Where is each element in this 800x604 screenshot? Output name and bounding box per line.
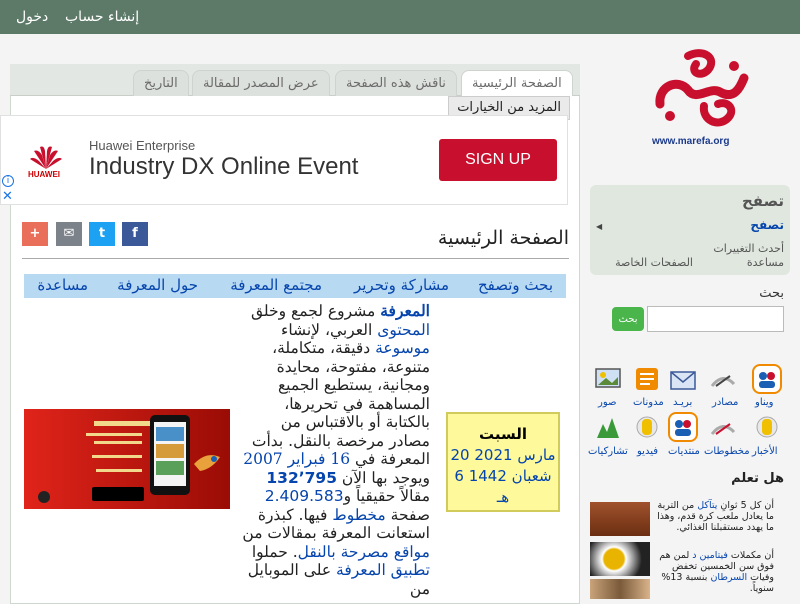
date-gregorian[interactable]: 20 مارس 2021 [448, 445, 558, 466]
nav-search-browse[interactable]: بحث وتصفح [478, 276, 553, 294]
sidebar-item-help[interactable]: مساعدة [747, 256, 784, 269]
title-divider [22, 258, 569, 259]
search-label: بحث [759, 286, 784, 301]
sources-icon[interactable] [708, 364, 738, 394]
login-link[interactable]: دخول [16, 9, 48, 25]
tab-discuss[interactable]: ناقش هذه الصفحة [335, 70, 457, 96]
dyk-text: أن كل 5 ثوانِ [717, 500, 774, 511]
blogs-icon[interactable] [632, 364, 662, 394]
ad-headline: Industry DX Online Event [89, 153, 359, 180]
app-banner-graphic [24, 409, 230, 509]
browse-title: تصفح [741, 192, 784, 210]
photos-icon[interactable] [593, 364, 623, 394]
sidebar-item-special-pages[interactable]: الصفحات الخاصة [615, 256, 693, 269]
share-facebook-icon[interactable]: f [122, 222, 148, 246]
did-you-know-text: أن كل 5 ثوانِ يتآكل من التربة ما يعادل م… [656, 500, 774, 533]
soil-erosion-image[interactable] [590, 502, 650, 536]
tab-history[interactable]: التاريخ [133, 70, 189, 96]
portal-label[interactable]: صور [598, 397, 617, 408]
intro-link-content[interactable]: المحتوى [377, 321, 430, 339]
intro-link-marefa[interactable]: المعرفة [380, 301, 430, 320]
mail-icon[interactable] [668, 364, 698, 394]
date-hijri[interactable]: 6 شعبان 1442 [448, 466, 558, 487]
intro-text: دقيقة، متكاملة، متنوعة، مفتوحة، محايدة و… [251, 339, 430, 468]
browse-subtitle[interactable]: تصفح [750, 218, 784, 232]
article-count[interactable]: 132٬795 [266, 469, 337, 487]
nav-help[interactable]: مساعدة [37, 276, 88, 294]
share-more-button[interactable]: + [22, 222, 48, 246]
huawei-logo-text: HUAWEI [28, 170, 60, 179]
ad-brand: Huawei Enterprise [89, 138, 196, 153]
portal-label[interactable]: مخطوطات [704, 446, 750, 457]
intro-text: العربي، لإنشاء [281, 320, 378, 339]
tab-view-source[interactable]: عرض المصدر للمقالة [192, 70, 330, 96]
share-twitter-icon[interactable]: t [89, 222, 115, 246]
portal-label[interactable]: منتديات [668, 446, 700, 457]
intro-link-encyclopedia[interactable]: موسوعة [375, 339, 430, 357]
share-email-icon[interactable]: ✉ [56, 222, 82, 246]
site-logo[interactable]: www.marefa.org [648, 48, 758, 158]
forums-icon[interactable] [668, 412, 698, 442]
intro-text: ويوجد بها الآن [336, 468, 430, 487]
dyk-link-cancer[interactable]: السرطان [710, 572, 747, 583]
intro-link-app[interactable]: تطبيق المعرفة [336, 561, 430, 579]
did-you-know-title: هل تعلم [731, 471, 784, 486]
did-you-know-text: أن مكملات فيتامين د لمن هم فوق سن الخمسي… [656, 550, 774, 594]
portal-label[interactable]: مدونات [633, 397, 664, 408]
logo-url-text: www.marefa.org [652, 136, 730, 147]
wiki-portal-icon[interactable] [752, 364, 782, 394]
search-button[interactable]: بحث [612, 307, 644, 331]
portal-label[interactable]: ويناو [755, 397, 774, 408]
nav-contribute[interactable]: مشاركة وتحرير [354, 276, 449, 294]
date-day: السبت [478, 425, 528, 443]
search-input[interactable] [647, 306, 784, 332]
intro-text: صفحة [385, 505, 430, 524]
portal-label[interactable]: فيديو [637, 446, 658, 457]
create-account-link[interactable]: إنشاء حساب [65, 9, 139, 25]
intro-text: مشروع لجمع وخلق [250, 302, 381, 320]
nav-community[interactable]: مجتمع المعرفة [230, 276, 322, 294]
intro-link-manuscript[interactable]: مخطوط [332, 506, 385, 524]
top-bar: إنشاء حساب دخول [0, 0, 800, 34]
news-icon[interactable] [752, 412, 782, 442]
intro-link-licensed-sites[interactable]: مواقع مصرحة بالنقل [298, 543, 430, 561]
dyk-link-vitamin-d[interactable]: فيتامين د [692, 550, 728, 561]
ad-close-icon[interactable]: ✕ [2, 189, 13, 204]
tab-main-page[interactable]: الصفحة الرئيسية [461, 70, 573, 96]
date-box: السبت 20 مارس 2021 6 شعبان 1442 هـ [446, 412, 560, 512]
date-hijri-suffix: هـ [496, 488, 510, 506]
ad-info-icon[interactable]: i [2, 175, 14, 187]
page-count[interactable]: 2.409.583 [265, 487, 344, 505]
portal-label[interactable]: تشاركيات [588, 446, 628, 457]
intro-link-start-date[interactable]: 16 فبراير 2007 [243, 450, 350, 468]
portal-label[interactable]: مصادر [712, 397, 738, 408]
dyk-link-erodes[interactable]: يتآكل [697, 500, 717, 511]
participations-icon[interactable] [593, 412, 623, 442]
ad-signup-button[interactable]: SIGN UP [439, 139, 557, 181]
app-promo-banner[interactable] [24, 409, 230, 509]
portal-label[interactable]: الأخبار [752, 446, 778, 457]
manuscripts-icon[interactable] [708, 412, 738, 442]
sidebar-item-recent-changes[interactable]: أحدث التغييرات [713, 242, 784, 255]
people-image[interactable] [590, 579, 650, 599]
vitamin-d-image[interactable] [590, 542, 650, 576]
nav-about[interactable]: حول المعرفة [117, 276, 198, 294]
marefa-logo-icon [655, 49, 749, 127]
dyk-text: أن مكملات [727, 550, 774, 561]
portal-label[interactable]: بريـد [673, 397, 692, 408]
page-title: الصفحة الرئيسية [437, 227, 569, 249]
main-nav-bar: بحث وتصفح مشاركة وتحرير مجتمع المعرفة حو… [24, 274, 566, 298]
intro-text: . حملوا [251, 542, 298, 561]
intro-text: مقالاً حقيقياً و [343, 487, 430, 505]
video-icon[interactable] [632, 412, 662, 442]
intro-paragraph: المعرفة مشروع لجمع وخلق المحتوى العربي، … [236, 301, 430, 598]
collapse-arrow-icon[interactable]: ◀ [596, 222, 602, 231]
